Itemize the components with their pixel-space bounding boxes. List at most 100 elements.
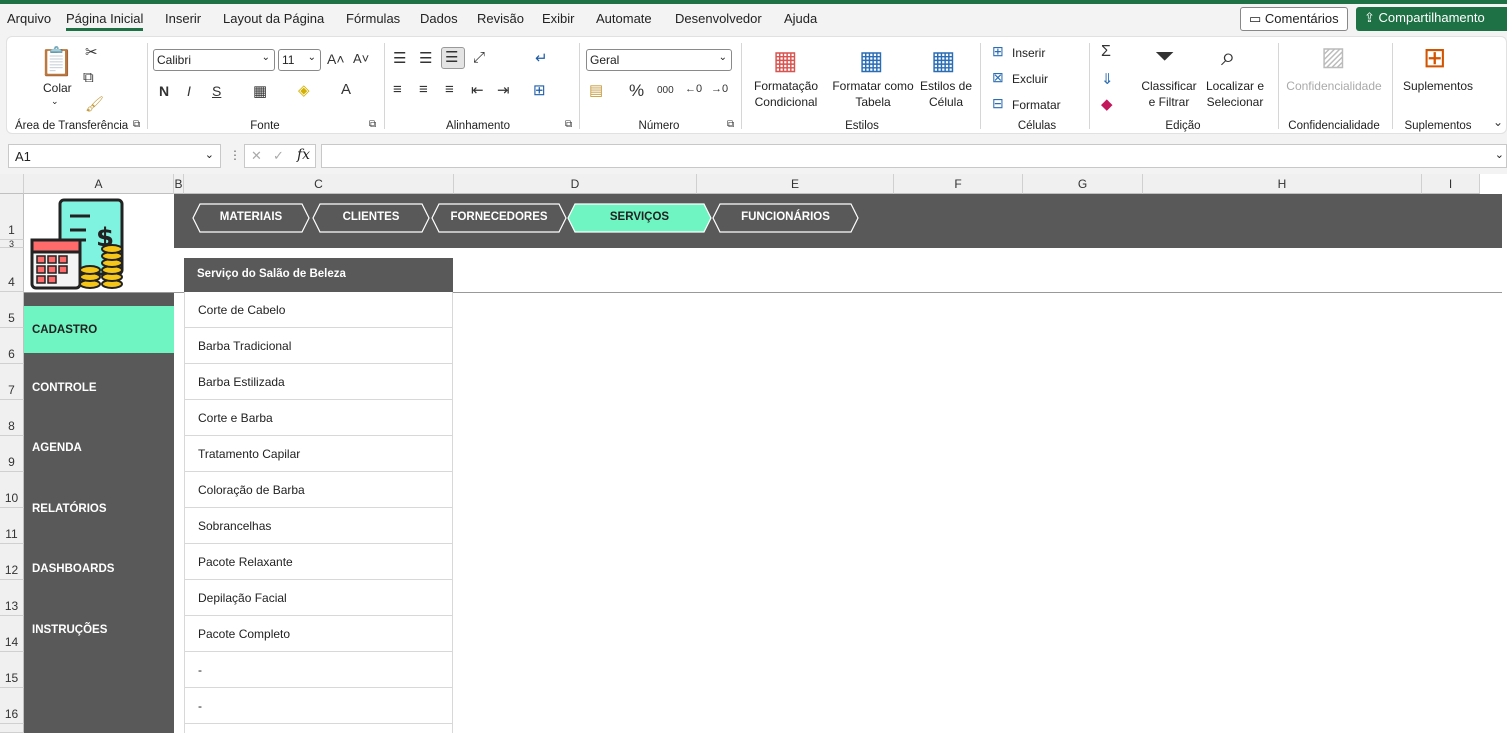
increase-decimal-icon[interactable]: ←0 <box>685 83 702 95</box>
row-header-8[interactable]: 8 <box>0 400 24 436</box>
italic-button[interactable]: I <box>187 83 191 99</box>
find-select-icon[interactable]: ⌕ <box>1221 41 1236 73</box>
font-size-select[interactable]: 11 ⌄ <box>278 49 321 71</box>
fill-color-icon[interactable]: ◈ <box>298 81 310 99</box>
delete-cells-button[interactable]: Excluir <box>1012 72 1048 86</box>
sort-filter-label-1[interactable]: Classificar <box>1137 79 1201 93</box>
menu-dados[interactable]: Dados <box>420 11 458 26</box>
col-header-g[interactable]: G <box>1023 174 1143 194</box>
sort-filter-icon[interactable]: ⏷ <box>1155 43 1174 71</box>
expand-formula-icon[interactable]: ⌄ <box>1495 148 1504 161</box>
number-launcher-icon[interactable]: ⧉ <box>727 119 734 130</box>
autosum-icon[interactable]: Σ <box>1101 43 1111 61</box>
menu-formulas[interactable]: Fórmulas <box>346 11 400 26</box>
row-header-5[interactable]: 5 <box>0 292 24 328</box>
alignment-launcher-icon[interactable]: ⧉ <box>565 119 572 130</box>
menu-pagina-inicial[interactable]: Página Inicial <box>66 11 144 31</box>
format-table-icon[interactable]: ▦ <box>859 45 884 76</box>
sidebar-item-instrucoes[interactable]: INSTRUÇÕES <box>24 624 174 636</box>
sidebar-item-controle[interactable]: CONTROLE <box>24 382 174 394</box>
conditional-format-label-2[interactable]: Condicional <box>747 95 825 109</box>
paste-button[interactable]: Colar <box>43 81 72 95</box>
table-row[interactable] <box>184 724 453 733</box>
thousands-icon[interactable]: 000 <box>657 85 674 96</box>
table-row[interactable]: Pacote Completo <box>184 616 453 652</box>
row-header-10[interactable]: 10 <box>0 472 24 508</box>
align-left-icon[interactable]: ≡ <box>393 81 402 98</box>
menu-automate[interactable]: Automate <box>596 11 652 26</box>
cell-styles-label-1[interactable]: Estilos de <box>915 79 977 93</box>
cell-styles-label-2[interactable]: Célula <box>915 95 977 109</box>
paste-icon[interactable]: 📋 <box>39 45 74 78</box>
addins-icon[interactable]: ⊞ <box>1423 41 1446 74</box>
cell-styles-icon[interactable]: ▦ <box>931 45 956 76</box>
find-select-label-1[interactable]: Localizar e <box>1201 79 1269 93</box>
sidebar-item-relatorios[interactable]: RELATÓRIOS <box>24 503 174 515</box>
row-header-9[interactable]: 9 <box>0 436 24 472</box>
font-color-icon[interactable]: A <box>341 81 351 98</box>
table-header[interactable]: Serviço do Salão de Beleza <box>184 258 453 292</box>
table-row[interactable]: - <box>184 652 453 688</box>
tab-fornecedores[interactable]: FORNECEDORES <box>431 203 567 233</box>
menu-layout[interactable]: Layout da Página <box>223 11 324 26</box>
format-table-label-1[interactable]: Formatar como <box>829 79 917 93</box>
col-header-f[interactable]: F <box>894 174 1023 194</box>
row-header-1[interactable]: 1 <box>0 194 24 240</box>
col-header-c[interactable]: C <box>184 174 454 194</box>
table-row[interactable]: Coloração de Barba <box>184 472 453 508</box>
clear-icon[interactable]: ◆ <box>1101 95 1113 113</box>
table-row[interactable]: Pacote Relaxante <box>184 544 453 580</box>
tab-materiais[interactable]: MATERIAIS <box>192 203 310 233</box>
chevron-down-icon[interactable]: ⌄ <box>205 148 214 161</box>
decrease-decimal-icon[interactable]: →0 <box>711 83 728 95</box>
formula-input[interactable]: ⌄ <box>321 144 1507 168</box>
find-select-label-2[interactable]: Selecionar <box>1201 95 1269 109</box>
table-row[interactable]: Depilação Facial <box>184 580 453 616</box>
col-header-a[interactable]: A <box>24 174 174 194</box>
ribbon-collapse-icon[interactable]: ⌄ <box>1493 115 1503 129</box>
tab-servicos[interactable]: SERVIÇOS <box>567 203 712 233</box>
copy-icon[interactable]: ⧉ <box>83 69 94 86</box>
row-header-16[interactable]: 16 <box>0 688 24 724</box>
menu-ajuda[interactable]: Ajuda <box>784 11 817 26</box>
align-right-icon[interactable]: ≡ <box>445 81 454 98</box>
row-header-17[interactable] <box>0 724 24 733</box>
row-header-4[interactable]: 4 <box>0 248 24 292</box>
align-top-icon[interactable]: ☰ <box>393 49 406 67</box>
font-launcher-icon[interactable]: ⧉ <box>369 119 376 130</box>
increase-font-icon[interactable]: A˄ <box>327 51 345 67</box>
menu-arquivo[interactable]: Arquivo <box>7 11 51 26</box>
clipboard-launcher-icon[interactable]: ⧉ <box>133 119 140 130</box>
wrap-text-icon[interactable]: ↵ <box>535 49 548 67</box>
decrease-indent-icon[interactable]: ⇤ <box>471 81 484 99</box>
menu-desenvolvedor[interactable]: Desenvolvedor <box>675 11 762 26</box>
col-header-e[interactable]: E <box>697 174 894 194</box>
align-center-icon[interactable]: ≡ <box>419 81 428 98</box>
merge-center-icon[interactable]: ⊞ <box>533 81 546 99</box>
col-header-b[interactable]: B <box>174 174 184 194</box>
share-button[interactable]: ⇪ Compartilhamento <box>1356 7 1507 31</box>
font-name-select[interactable]: Calibri ⌄ <box>153 49 275 71</box>
tab-clientes[interactable]: CLIENTES <box>312 203 430 233</box>
table-row[interactable]: Corte e Barba <box>184 400 453 436</box>
row-header-15[interactable]: 15 <box>0 652 24 688</box>
col-header-h[interactable]: H <box>1143 174 1422 194</box>
borders-icon[interactable]: ▦ <box>253 82 267 100</box>
percent-icon[interactable]: % <box>629 81 644 101</box>
cut-icon[interactable]: ✂ <box>85 43 98 61</box>
sidebar-item-cadastro[interactable]: CADASTRO <box>24 306 174 353</box>
conditional-format-label-1[interactable]: Formatação <box>747 79 825 93</box>
table-row[interactable]: Corte de Cabelo <box>184 292 453 328</box>
orientation-icon[interactable]: ⤢ <box>473 49 485 66</box>
format-cells-icon[interactable]: ⊟ <box>992 95 1004 112</box>
row-header-6[interactable]: 6 <box>0 328 24 364</box>
number-format-select[interactable]: Geral ⌄ <box>586 49 732 71</box>
sort-filter-label-2[interactable]: e Filtrar <box>1137 95 1201 109</box>
tab-funcionarios[interactable]: FUNCIONÁRIOS <box>712 203 859 233</box>
menu-revisao[interactable]: Revisão <box>477 11 524 26</box>
insert-cells-button[interactable]: Inserir <box>1012 46 1045 60</box>
bold-button[interactable]: N <box>159 83 169 99</box>
comments-button[interactable]: ▭ Comentários <box>1240 7 1348 31</box>
increase-indent-icon[interactable]: ⇥ <box>497 81 510 99</box>
row-header-12[interactable]: 12 <box>0 544 24 580</box>
